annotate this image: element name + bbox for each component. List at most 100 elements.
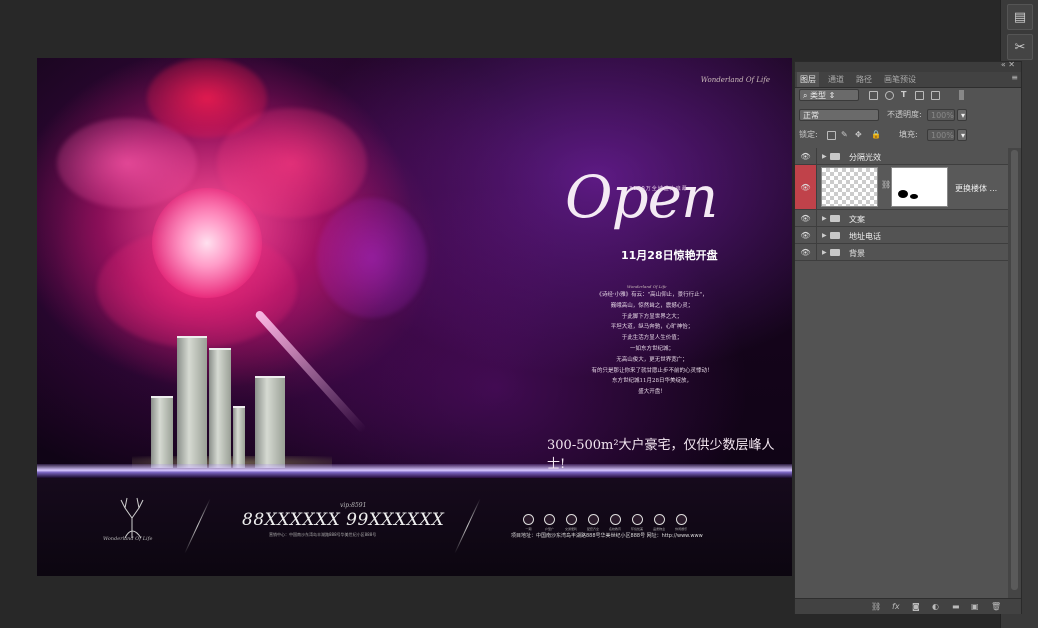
- layer-row[interactable]: 👁 ▶ 背景: [795, 244, 1008, 261]
- layer-name: 分隔光效: [849, 153, 881, 162]
- lock-all-icon[interactable]: 🔒: [871, 129, 881, 141]
- feature-item: 一期: [523, 514, 534, 531]
- folder-icon: [830, 215, 840, 222]
- poem-line: 《诗经·小雅》有云："高山仰止，景行行止"，: [596, 292, 708, 298]
- lock-label: 锁定:: [799, 130, 818, 139]
- poem-heading: Wonderland Of Life: [627, 284, 667, 289]
- pixel-filter-icon[interactable]: [869, 91, 878, 100]
- document-canvas[interactable]: Wonderland Of Life Open 3000万全城盛大启幕 11月2…: [37, 58, 792, 576]
- trash-icon[interactable]: 🗑: [991, 602, 1001, 611]
- adjustment-filter-icon[interactable]: [885, 91, 894, 100]
- new-layer-icon[interactable]: ▣: [971, 602, 979, 611]
- fill-dropdown-icon[interactable]: ▾: [957, 129, 967, 141]
- lock-transparent-icon[interactable]: [827, 131, 836, 140]
- slogan: 300-500m²大户豪宅，仅供少数层峰人士!: [547, 438, 775, 472]
- fx-icon[interactable]: fx: [892, 602, 900, 611]
- expand-arrow-icon[interactable]: ▶: [822, 249, 827, 256]
- layer-mask-thumbnail[interactable]: [891, 167, 948, 207]
- feature-label: 环境优美: [631, 527, 644, 531]
- expand-arrow-icon[interactable]: ▶: [822, 153, 827, 160]
- sales-center-address: 营销中心：中国南沙东湾岛丰湖路888号华美世纪小区888号: [269, 532, 377, 537]
- visibility-eye-icon[interactable]: 👁: [795, 244, 817, 260]
- expand-arrow-icon[interactable]: ▶: [822, 232, 827, 239]
- opacity-dropdown-icon[interactable]: ▾: [957, 109, 967, 121]
- lock-move-icon[interactable]: ✥: [855, 129, 862, 141]
- smart-object-filter-icon[interactable]: [931, 91, 940, 100]
- feature-item: 交通便利: [565, 514, 577, 531]
- feature-label: 品质物业: [653, 527, 666, 531]
- logo-text: Wonderland Of Life: [103, 536, 153, 542]
- circle-icon: [587, 514, 599, 525]
- scroll-thumb[interactable]: [1011, 150, 1018, 590]
- open-subtitle: 3000万全城盛大启幕: [629, 186, 688, 192]
- layer-row[interactable]: 👁 ▶ 地址电话: [795, 227, 1008, 244]
- feature-label: 交通便利: [565, 527, 578, 531]
- feature-icons: 一期 户型广 交通便利 配套齐全 名校教育 环境优美 品质物业 休闲娱乐: [523, 514, 687, 531]
- circle-icon: [544, 514, 555, 525]
- panel-tabs: 图层 通道 路径 画笔预设 ≡: [795, 72, 1021, 88]
- chain-link-icon[interactable]: ⛓: [881, 180, 891, 189]
- collapse-icon[interactable]: « ✕: [1001, 60, 1015, 69]
- poem-text: 《诗经·小雅》有云："高山仰止，景行行止"， 巍峨高山，惊然耸之，震撼心灵； 于…: [547, 290, 757, 398]
- feature-item: 休闲娱乐: [675, 514, 687, 531]
- opacity-label: 不透明度:: [887, 110, 922, 119]
- tab-layers[interactable]: 图层: [797, 72, 819, 87]
- flower-core: [152, 188, 262, 298]
- layers-bottom-bar: ⛓ fx ◙ ◐ ▬ ▣ 🗑: [795, 598, 1021, 614]
- open-title: Open: [565, 163, 718, 231]
- layer-name: 背景: [849, 249, 865, 258]
- fill-label: 填充:: [899, 130, 918, 139]
- folder-icon[interactable]: ▬: [952, 602, 960, 611]
- feature-item: 品质物业: [653, 514, 665, 531]
- visibility-eye-icon[interactable]: 👁: [795, 165, 817, 209]
- visibility-eye-icon[interactable]: 👁: [795, 227, 817, 243]
- lock-paint-icon[interactable]: ✎: [841, 129, 848, 141]
- panel-menu-icon[interactable]: ≡: [1011, 73, 1018, 82]
- tab-channels[interactable]: 通道: [825, 72, 847, 87]
- workspace: ▤ ✂ Wonderland Of Life Open 3000万全城盛大启幕 …: [0, 0, 1038, 628]
- type-filter-icon[interactable]: T: [901, 89, 906, 101]
- layer-row[interactable]: 👁 ▶ 分隔光效: [795, 148, 1008, 165]
- expand-arrow-icon[interactable]: ▶: [822, 215, 827, 222]
- scissors-icon[interactable]: ✂: [1007, 34, 1033, 60]
- folder-icon: [830, 249, 840, 256]
- layer-row[interactable]: 👁 ▶ 文案: [795, 210, 1008, 227]
- poem-line: 平坦大道，纵马奔驰，心旷神怡；: [610, 324, 694, 331]
- shape-filter-icon[interactable]: [915, 91, 924, 100]
- panel-title-bar[interactable]: « ✕: [795, 60, 1021, 72]
- poem-line: 东方世纪城11月28日华美绽放，: [612, 378, 692, 385]
- tab-brush-presets[interactable]: 画笔预设: [881, 72, 919, 87]
- tab-paths[interactable]: 路径: [853, 72, 875, 87]
- folder-icon: [830, 232, 840, 239]
- layer-thumbnail[interactable]: [821, 167, 878, 207]
- folder-icon: [830, 153, 840, 160]
- visibility-eye-icon[interactable]: 👁: [795, 210, 817, 226]
- blend-mode-select[interactable]: 正常: [799, 109, 879, 121]
- circle-icon: [675, 514, 687, 525]
- circle-icon: [631, 514, 643, 525]
- poem-line: 一如东方世纪城；: [629, 345, 674, 352]
- adjustment-icon[interactable]: ◐: [932, 602, 939, 611]
- circle-icon: [565, 514, 577, 525]
- circle-icon: [609, 514, 621, 525]
- history-icon[interactable]: ▤: [1007, 4, 1033, 30]
- vip-line: vip:8591: [340, 502, 367, 509]
- layers-panel: « ✕ 图层 通道 路径 画笔预设 ≡ ⌕ 类型 ⇕ T 正常 不透明度: 10…: [794, 60, 1022, 614]
- circle-icon: [523, 514, 534, 525]
- poem-line: 盛大开盘！: [638, 389, 666, 396]
- fill-input[interactable]: 100%: [927, 129, 955, 141]
- mask-icon[interactable]: ◙: [912, 602, 920, 611]
- layer-name: 文案: [849, 215, 865, 224]
- filter-kind-select[interactable]: ⌕ 类型 ⇕: [799, 89, 859, 101]
- poem-line: 于此脚下方显世界之大；: [621, 313, 683, 320]
- feature-item: 环境优美: [631, 514, 643, 531]
- opacity-input[interactable]: 100%: [927, 109, 955, 121]
- filter-toggle-icon[interactable]: [959, 90, 964, 100]
- link-icon[interactable]: ⛓: [871, 602, 881, 611]
- layer-row-selected[interactable]: 👁 ⛓ 更换楼体 ...: [795, 165, 1008, 210]
- visibility-eye-icon[interactable]: 👁: [795, 148, 817, 164]
- feature-item: 户型广: [544, 514, 555, 531]
- feature-item: 名校教育: [609, 514, 621, 531]
- building-illustration: [147, 328, 307, 468]
- layers-scrollbar[interactable]: [1008, 148, 1021, 598]
